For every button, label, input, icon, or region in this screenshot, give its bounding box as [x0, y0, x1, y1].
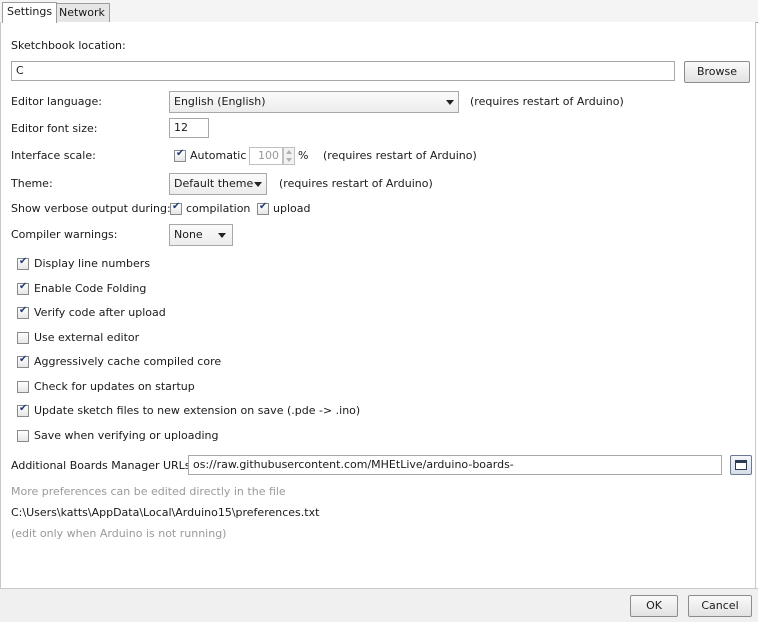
compiler-warnings-label: Compiler warnings:: [11, 228, 118, 241]
theme-value: Default theme: [174, 177, 254, 190]
option-label: Use external editor: [34, 331, 140, 344]
chevron-down-icon: [218, 233, 226, 238]
chevron-down-icon: [254, 182, 262, 187]
automatic-label: Automatic: [190, 149, 247, 162]
compiler-warnings-value: None: [174, 228, 203, 241]
save-when-verifying-checkbox[interactable]: [17, 430, 29, 442]
automatic-checkbox[interactable]: [174, 148, 186, 162]
verify-after-upload-checkbox[interactable]: [17, 305, 29, 319]
settings-panel: Sketchbook location: C Browse Editor lan…: [0, 22, 756, 588]
interface-scale-note: (requires restart of Arduino): [323, 149, 477, 162]
ok-button[interactable]: OK: [630, 595, 678, 617]
option-label: Display line numbers: [34, 257, 151, 270]
interface-scale-label: Interface scale:: [11, 149, 96, 162]
check-updates-checkbox[interactable]: [17, 381, 29, 393]
interface-scale-unit: %: [298, 149, 309, 162]
more-preferences-note: More preferences can be edited directly …: [11, 485, 286, 498]
use-external-editor-checkbox[interactable]: [17, 332, 29, 344]
compilation-checkbox[interactable]: [170, 201, 182, 215]
tab-bar: Settings Network: [0, 0, 758, 23]
editor-font-size-label: Editor font size:: [11, 122, 98, 135]
display-line-numbers-checkbox[interactable]: [17, 256, 29, 270]
boards-urls-input[interactable]: os://raw.githubusercontent.com/MHEtLive/…: [188, 455, 722, 475]
editor-language-value: English (English): [174, 95, 266, 108]
enable-code-folding-checkbox[interactable]: [17, 281, 29, 295]
option-label: Update sketch files to new extension on …: [34, 404, 361, 417]
interface-scale-input[interactable]: 100: [249, 147, 283, 165]
dialog-button-bar: OK Cancel: [0, 588, 758, 622]
theme-note: (requires restart of Arduino): [279, 177, 433, 190]
upload-checkbox[interactable]: [257, 201, 269, 215]
update-sketch-extension-checkbox[interactable]: [17, 403, 29, 417]
tab-settings[interactable]: Settings: [2, 2, 58, 23]
boards-urls-label: Additional Boards Manager URLs:: [11, 459, 195, 472]
upload-label: upload: [273, 202, 311, 215]
option-label: Enable Code Folding: [34, 282, 147, 295]
verbose-output-label: Show verbose output during:: [11, 202, 171, 215]
theme-label: Theme:: [11, 177, 53, 190]
editor-language-select[interactable]: English (English): [169, 91, 459, 113]
edit-only-note: (edit only when Arduino is not running): [11, 527, 227, 540]
tab-network[interactable]: Network: [54, 3, 110, 22]
cache-compiled-core-checkbox[interactable]: [17, 354, 29, 368]
preferences-file-path: C:\Users\katts\AppData\Local\Arduino15\p…: [11, 506, 320, 519]
option-label: Aggressively cache compiled core: [34, 355, 222, 368]
sketchbook-location-input[interactable]: C: [11, 61, 675, 81]
compilation-label: compilation: [186, 202, 251, 215]
cancel-button[interactable]: Cancel: [688, 595, 752, 617]
sketchbook-label: Sketchbook location:: [11, 39, 126, 52]
chevron-down-icon: [446, 100, 454, 105]
option-label: Save when verifying or uploading: [34, 429, 219, 442]
theme-select[interactable]: Default theme: [169, 173, 267, 195]
editor-language-note: (requires restart of Arduino): [470, 95, 624, 108]
compiler-warnings-select[interactable]: None: [169, 224, 233, 246]
window-icon[interactable]: [730, 455, 752, 475]
option-label: Verify code after upload: [34, 306, 166, 319]
editor-font-size-input[interactable]: 12: [169, 118, 209, 138]
option-label: Check for updates on startup: [34, 380, 195, 393]
interface-scale-stepper[interactable]: [283, 147, 295, 165]
editor-language-label: Editor language:: [11, 95, 102, 108]
browse-button[interactable]: Browse: [684, 61, 750, 83]
